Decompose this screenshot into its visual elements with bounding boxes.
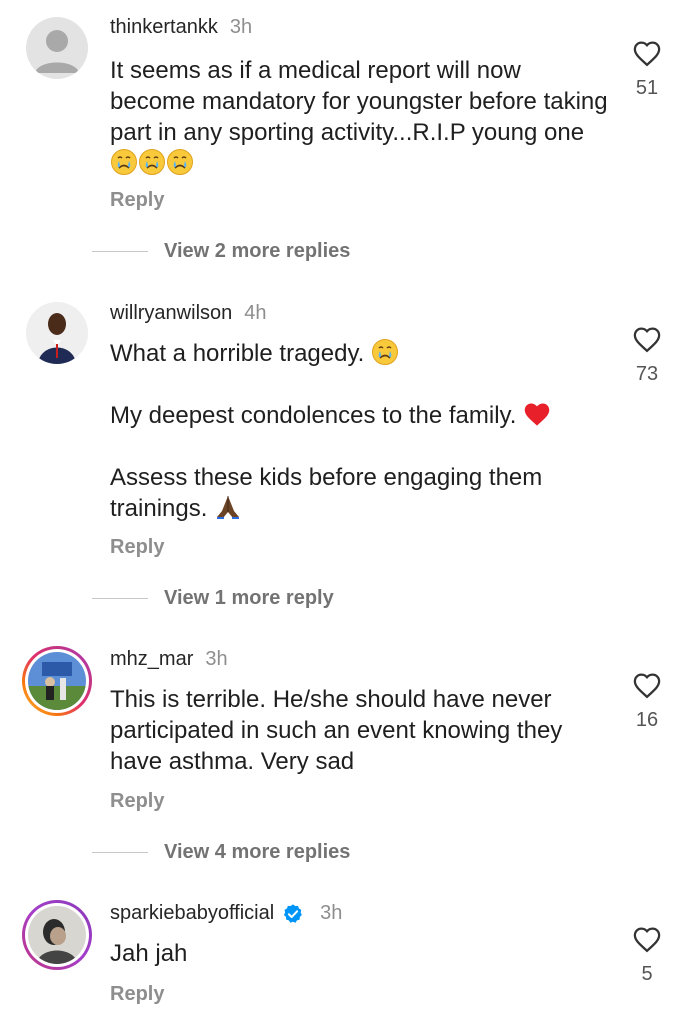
reply-button[interactable]: Reply: [110, 536, 164, 559]
comment-text: This is terrible. He/she should have nev…: [110, 686, 569, 775]
timestamp: 4h: [244, 302, 267, 324]
view-more-replies-label: View 2 more replies: [164, 240, 351, 262]
heart-outline-icon: [632, 39, 662, 67]
comment-header: sparkiebabyofficial 3h: [110, 902, 342, 925]
reply-button[interactable]: Reply: [110, 189, 164, 212]
reply-button[interactable]: Reply: [110, 983, 164, 1006]
comment-header: thinkertankk 3h: [110, 16, 252, 39]
heart-outline-icon: [632, 925, 662, 953]
comment-text: It seems as if a medical report will now…: [110, 55, 610, 179]
praying-hands-icon: [214, 493, 242, 521]
comment-line: Assess these kids before engaging them t…: [110, 464, 549, 522]
crying-face-icon: [371, 338, 399, 366]
comment-line: My deepest condolences to the family.: [110, 402, 517, 429]
comment-text: Jah jah: [110, 940, 188, 967]
profile-photo-icon: [26, 302, 88, 364]
profile-photo-icon: [28, 652, 86, 710]
heart-outline-icon: [632, 325, 662, 353]
like-count: 73: [635, 363, 659, 385]
reply-button[interactable]: Reply: [110, 790, 164, 813]
red-heart-icon: [523, 400, 551, 428]
comment-text: What a horrible tragedy.: [110, 338, 610, 369]
like-count: 51: [635, 77, 659, 99]
avatar-ring-inner: [25, 649, 89, 713]
crying-face-icon: [138, 148, 166, 176]
view-more-replies[interactable]: View 1 more reply: [92, 587, 334, 610]
like-count: 5: [641, 963, 653, 985]
avatar[interactable]: [26, 302, 88, 364]
view-more-replies-label: View 4 more replies: [164, 841, 351, 863]
like-button[interactable]: 5: [629, 925, 665, 986]
heart-outline-icon: [632, 671, 662, 699]
comment-line: What a horrible tragedy.: [110, 340, 365, 367]
view-more-replies[interactable]: View 2 more replies: [92, 240, 350, 263]
avatar-story-ring[interactable]: [22, 900, 92, 970]
divider: [92, 251, 148, 252]
like-count: 16: [635, 709, 659, 731]
username[interactable]: thinkertankk: [110, 16, 218, 39]
view-more-replies[interactable]: View 4 more replies: [92, 841, 350, 864]
comment-header: willryanwilson 4h: [110, 302, 267, 325]
view-more-replies-label: View 1 more reply: [164, 587, 334, 609]
divider: [92, 598, 148, 599]
username[interactable]: mhz_mar: [110, 648, 193, 671]
divider: [92, 852, 148, 853]
crying-face-icon: [166, 148, 194, 176]
comment-text: Assess these kids before engaging them t…: [110, 462, 590, 524]
comment-header: mhz_mar 3h: [110, 648, 228, 671]
avatar: [28, 652, 86, 710]
like-button[interactable]: 73: [629, 325, 665, 386]
like-button[interactable]: 51: [629, 39, 665, 100]
avatar-ring-inner: [25, 903, 89, 967]
timestamp: 3h: [320, 902, 343, 924]
crying-face-icon: [110, 148, 138, 176]
like-button[interactable]: 16: [629, 671, 665, 732]
verified-badge-icon: [284, 903, 303, 923]
comment-text-content: It seems as if a medical report will now…: [110, 57, 615, 146]
username[interactable]: sparkiebabyofficial: [110, 902, 274, 925]
avatar-story-ring[interactable]: [22, 646, 92, 716]
default-avatar-icon: [35, 30, 79, 73]
timestamp: 3h: [229, 16, 253, 38]
comment-text: My deepest condolences to the family.: [110, 400, 610, 431]
profile-photo-icon: [28, 906, 86, 964]
username[interactable]: willryanwilson: [110, 302, 232, 325]
avatar[interactable]: [26, 17, 88, 79]
timestamp: 3h: [205, 648, 228, 670]
avatar: [28, 906, 86, 964]
